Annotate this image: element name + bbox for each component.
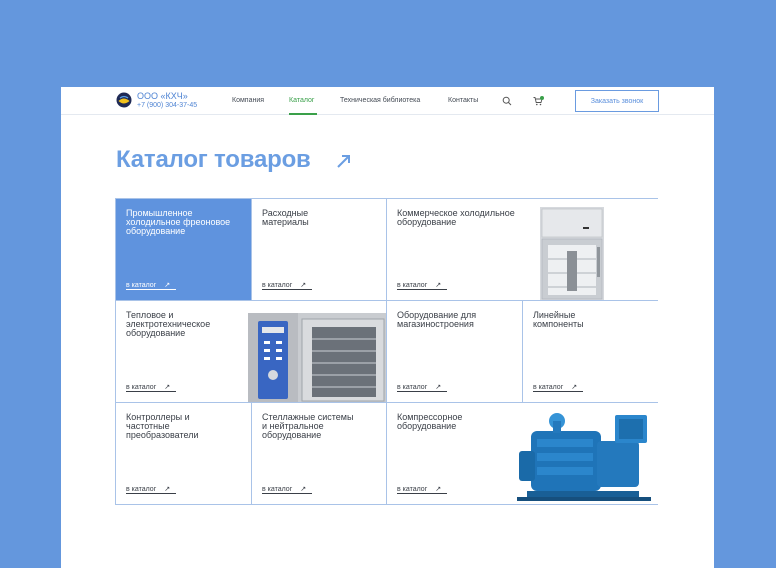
card-title: Линейные компоненты bbox=[533, 310, 584, 329]
page: ООО «КХЧ» +7 (900) 304-37-45 Компания Ка… bbox=[61, 87, 714, 568]
page-title: Каталог товаров bbox=[116, 146, 311, 173]
card-title: Коммерческое холодильное оборудование bbox=[397, 208, 515, 227]
request-call-button[interactable]: Заказать звонок bbox=[575, 90, 659, 112]
card-title: Промышленное холодильное фреоновое обору… bbox=[126, 208, 231, 236]
arrow-up-right-icon: ↗ bbox=[164, 282, 171, 289]
card-link[interactable]: в каталог ↗ bbox=[126, 281, 177, 290]
card-title: Контроллеры и частотные преобразователи bbox=[126, 412, 199, 440]
arrow-up-right-icon: ↗ bbox=[300, 486, 307, 493]
catalog-card-shelving[interactable]: Стеллажные системы и нейтральное оборудо… bbox=[252, 403, 387, 504]
catalog-card-commercial[interactable]: Коммерческое холодильное оборудование в … bbox=[387, 199, 658, 301]
compressor-image bbox=[517, 413, 651, 501]
arrow-up-right-icon: ↗ bbox=[435, 486, 442, 493]
combi-oven-image bbox=[248, 313, 386, 402]
nav-contacts[interactable]: Контакты bbox=[448, 97, 478, 104]
catalog-card-shop-equipment[interactable]: Оборудование для магазиностроения в ката… bbox=[387, 301, 523, 403]
logo-icon[interactable] bbox=[116, 92, 132, 108]
card-link[interactable]: в каталог ↗ bbox=[126, 485, 177, 494]
nav-company[interactable]: Компания bbox=[232, 97, 264, 104]
site-header: ООО «КХЧ» +7 (900) 304-37-45 Компания Ка… bbox=[61, 87, 714, 115]
card-title: Оборудование для магазиностроения bbox=[397, 310, 477, 329]
arrow-up-right-icon: ↗ bbox=[300, 282, 307, 289]
nav-tech-library[interactable]: Техническая библиотека bbox=[340, 97, 420, 104]
catalog-card-linear-components[interactable]: Линейные компоненты в каталог ↗ bbox=[523, 301, 658, 403]
refrigerator-image bbox=[540, 207, 604, 300]
nav-active-indicator bbox=[289, 113, 317, 115]
card-link[interactable]: в каталог ↗ bbox=[533, 383, 584, 392]
card-link[interactable]: в каталог ↗ bbox=[262, 281, 313, 290]
nav-catalog[interactable]: Каталог bbox=[289, 97, 314, 104]
arrow-up-right-icon: ↗ bbox=[435, 384, 442, 391]
card-link[interactable]: в каталог ↗ bbox=[397, 281, 448, 290]
catalog-grid: Промышленное холодильное фреоновое обору… bbox=[115, 198, 658, 505]
card-title: Расходные материалы bbox=[262, 208, 309, 227]
company-name[interactable]: ООО «КХЧ» bbox=[137, 91, 188, 101]
catalog-card-industrial[interactable]: Промышленное холодильное фреоновое обору… bbox=[116, 199, 252, 301]
arrow-up-right-icon[interactable] bbox=[336, 153, 352, 169]
arrow-up-right-icon: ↗ bbox=[435, 282, 442, 289]
card-link[interactable]: в каталог ↗ bbox=[262, 485, 313, 494]
catalog-card-compressors[interactable]: Компрессорное оборудование в каталог ↗ bbox=[387, 403, 658, 504]
search-icon[interactable] bbox=[502, 96, 512, 106]
cart-badge bbox=[540, 96, 544, 100]
card-link[interactable]: в каталог ↗ bbox=[397, 485, 448, 494]
arrow-up-right-icon: ↗ bbox=[571, 384, 578, 391]
card-title: Стеллажные системы и нейтральное оборудо… bbox=[262, 412, 354, 440]
card-link[interactable]: в каталог ↗ bbox=[126, 383, 177, 392]
phone-number[interactable]: +7 (900) 304-37-45 bbox=[137, 102, 197, 109]
card-title: Тепловое и электротехническое оборудован… bbox=[126, 310, 211, 338]
catalog-card-controllers[interactable]: Контроллеры и частотные преобразователи … bbox=[116, 403, 252, 504]
card-link[interactable]: в каталог ↗ bbox=[397, 383, 448, 392]
card-title: Компрессорное оборудование bbox=[397, 412, 463, 431]
arrow-up-right-icon: ↗ bbox=[164, 486, 171, 493]
catalog-card-thermal[interactable]: Тепловое и электротехническое оборудован… bbox=[116, 301, 387, 403]
arrow-up-right-icon: ↗ bbox=[164, 384, 171, 391]
catalog-card-consumables[interactable]: Расходные материалы в каталог ↗ bbox=[252, 199, 387, 301]
